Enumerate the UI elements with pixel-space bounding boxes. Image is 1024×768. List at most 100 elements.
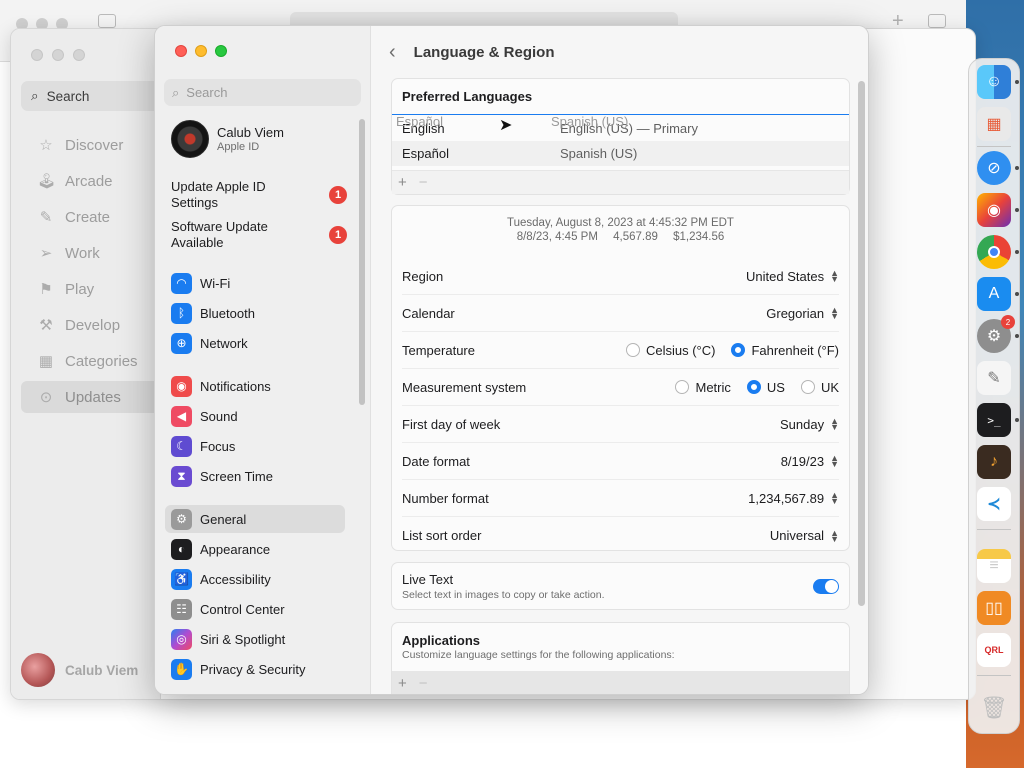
applications-add-remove: + − bbox=[392, 671, 849, 694]
dock-separator bbox=[977, 529, 1011, 530]
format-preview-date: 8/8/23, 4:45 PM bbox=[516, 231, 598, 243]
compass-icon: ⊘ bbox=[987, 160, 1001, 177]
sidebar-item-control-center[interactable]: ☷ Control Center bbox=[165, 595, 345, 623]
add-application-button[interactable]: + bbox=[398, 675, 407, 692]
dock-books[interactable]: ▯▯ bbox=[977, 591, 1011, 625]
sort-order-value: Universal bbox=[769, 528, 825, 543]
sort-order-popup[interactable]: Universal ▲ ▼ bbox=[770, 528, 839, 543]
dock-app-store[interactable]: A bbox=[977, 277, 1011, 311]
dock-chrome[interactable] bbox=[977, 235, 1011, 269]
dock-safari[interactable]: ⊘ bbox=[977, 151, 1011, 185]
sidebar-item-general[interactable]: ⚙ General bbox=[165, 505, 345, 533]
sidebar-item-siri-spotlight[interactable]: ◎ Siri & Spotlight bbox=[165, 625, 345, 653]
sidebar-item-privacy-security[interactable]: ✋ Privacy & Security bbox=[165, 655, 345, 683]
running-indicator bbox=[1015, 418, 1019, 422]
bell-icon: ◉ bbox=[171, 375, 192, 397]
minimize-button[interactable] bbox=[195, 45, 207, 57]
gear-icon: ⚙ bbox=[986, 328, 1002, 345]
terminal-icon: >_ bbox=[987, 413, 1001, 427]
app-store-search[interactable]: ⌕ Search bbox=[21, 81, 161, 111]
add-language-button[interactable]: + bbox=[398, 174, 407, 191]
app-store-nav-discover[interactable]: ☆ Discover bbox=[21, 129, 161, 161]
settings-traffic-lights bbox=[175, 45, 227, 57]
app-store-nav-create[interactable]: ✎ Create bbox=[21, 201, 161, 233]
dragged-language-name: Español bbox=[396, 114, 443, 129]
zoom-button[interactable] bbox=[215, 45, 227, 57]
app-store-icon: A bbox=[988, 285, 1000, 302]
settings-search-input[interactable]: ⌕ Search bbox=[164, 79, 361, 106]
account-name: Calub Viem bbox=[217, 125, 284, 140]
sidebar-item-label: Privacy & Security bbox=[200, 661, 306, 677]
app-store-nav-updates[interactable]: ⊙ Updates bbox=[21, 381, 161, 413]
back-chevron-icon[interactable]: ‹ bbox=[389, 41, 396, 64]
first-day-popup[interactable]: Sunday ▲ ▼ bbox=[780, 417, 839, 432]
sidebar-item-accessibility[interactable]: ♿ Accessibility bbox=[165, 565, 345, 593]
sidebar-item-label: General bbox=[200, 511, 247, 527]
sidebar-toggle-icon[interactable] bbox=[98, 14, 116, 28]
app-store-nav-arcade[interactable]: 🕹 Arcade bbox=[21, 165, 161, 197]
sidebar-item-label: Accessibility bbox=[200, 571, 271, 587]
dock-finder[interactable]: ☺ bbox=[977, 65, 1011, 99]
dock-firefox[interactable]: ◉ bbox=[977, 193, 1011, 227]
nav-label: Create bbox=[65, 208, 111, 226]
app-store-account[interactable]: Calub Viem bbox=[21, 653, 138, 687]
sidebar-item-sound[interactable]: ◀ Sound bbox=[165, 402, 345, 430]
metric-radio[interactable]: Metric bbox=[675, 380, 731, 395]
date-format-row: Date format 8/19/23 ▲ ▼ bbox=[402, 443, 839, 480]
applications-card: Applications Customize language settings… bbox=[391, 622, 850, 694]
sidebar-item-label: Screen Time bbox=[200, 468, 273, 484]
format-preview-number: 4,567.89 bbox=[613, 231, 658, 243]
number-format-value: 1,234,567.89 bbox=[748, 490, 825, 506]
app-store-nav-work[interactable]: ➢ Work bbox=[21, 237, 161, 269]
dock-vscode[interactable]: ≺ bbox=[977, 487, 1011, 521]
dock-notes[interactable]: ≡ bbox=[977, 549, 1011, 583]
dock-system-settings[interactable]: ⚙ 2 bbox=[977, 315, 1015, 353]
dock-launchpad[interactable]: ▦ bbox=[977, 107, 1011, 141]
sidebar-item-wifi[interactable]: ◠ Wi-Fi bbox=[165, 269, 345, 297]
celsius-radio[interactable]: Celsius (°C) bbox=[625, 343, 715, 358]
chevron-updown-icon: ▲ ▼ bbox=[830, 527, 839, 544]
sidebar-item-focus[interactable]: ☾ Focus bbox=[165, 432, 345, 460]
detail-scrollbar[interactable] bbox=[858, 81, 865, 606]
number-format-popup[interactable]: 1,234,567.89 ▲ ▼ bbox=[748, 491, 839, 506]
calendar-popup[interactable]: Gregorian ▲ ▼ bbox=[766, 306, 839, 321]
chevron-updown-icon: ▲ ▼ bbox=[830, 416, 839, 432]
apple-id-account[interactable]: Calub Viem Apple ID bbox=[171, 120, 284, 158]
region-popup[interactable]: United States ▲ ▼ bbox=[746, 269, 839, 284]
uk-radio[interactable]: UK bbox=[800, 380, 839, 395]
live-text-toggle[interactable] bbox=[813, 578, 839, 594]
sidebar-item-network[interactable]: ⊕ Network bbox=[165, 329, 345, 357]
us-radio[interactable]: US bbox=[746, 380, 785, 395]
language-row-espanol[interactable]: Español Spanish (US) bbox=[392, 141, 849, 166]
app-store-nav-develop[interactable]: ⚒ Develop bbox=[21, 309, 161, 341]
sort-order-row: List sort order Universal ▲ ▼ bbox=[402, 517, 839, 554]
language-name: Español bbox=[402, 146, 449, 161]
first-day-label: First day of week bbox=[402, 416, 501, 432]
dock-qreate[interactable]: QRL bbox=[977, 633, 1011, 667]
tab-overview-icon[interactable] bbox=[928, 14, 946, 28]
sidebar-item-appearance[interactable]: ◐ Appearance bbox=[165, 535, 345, 563]
hammer-icon: ⚒ bbox=[39, 317, 53, 334]
pen-icon: ✎ bbox=[987, 370, 1001, 387]
fahrenheit-radio[interactable]: Fahrenheit (°F) bbox=[731, 343, 839, 358]
sidebar-item-bluetooth[interactable]: ᛒ Bluetooth bbox=[165, 299, 345, 327]
dock-textedit[interactable]: ✎ bbox=[977, 361, 1011, 395]
dock-garageband[interactable]: ♪ bbox=[977, 445, 1011, 479]
preferred-languages-title: Preferred Languages bbox=[392, 79, 849, 115]
sidebar-scrollbar[interactable] bbox=[359, 119, 365, 405]
update-apple-id-settings-item[interactable]: Update Apple ID Settings 1 bbox=[171, 179, 347, 211]
date-format-popup[interactable]: 8/19/23 ▲ ▼ bbox=[781, 454, 839, 469]
sidebar-item-notifications[interactable]: ◉ Notifications bbox=[165, 372, 345, 400]
radio-on bbox=[731, 343, 746, 357]
software-update-available-item[interactable]: Software Update Available 1 bbox=[171, 219, 347, 251]
remove-application-button[interactable]: − bbox=[419, 675, 428, 692]
dock-trash[interactable]: 🗑 bbox=[977, 691, 1011, 725]
sidebar-item-screen-time[interactable]: ⧗ Screen Time bbox=[165, 462, 345, 490]
app-store-sidebar: ⌕ Search ☆ Discover 🕹 Arcade ✎ Create ➢ Work… bbox=[11, 29, 161, 699]
dock-terminal[interactable]: >_ bbox=[977, 403, 1011, 437]
app-store-nav-categories[interactable]: ▦ Categories bbox=[21, 345, 161, 377]
app-store-nav-play[interactable]: ⚑ Play bbox=[21, 273, 161, 305]
close-button[interactable] bbox=[175, 45, 187, 57]
book-icon: ▯▯ bbox=[985, 600, 1003, 617]
remove-language-button[interactable]: − bbox=[419, 174, 428, 191]
